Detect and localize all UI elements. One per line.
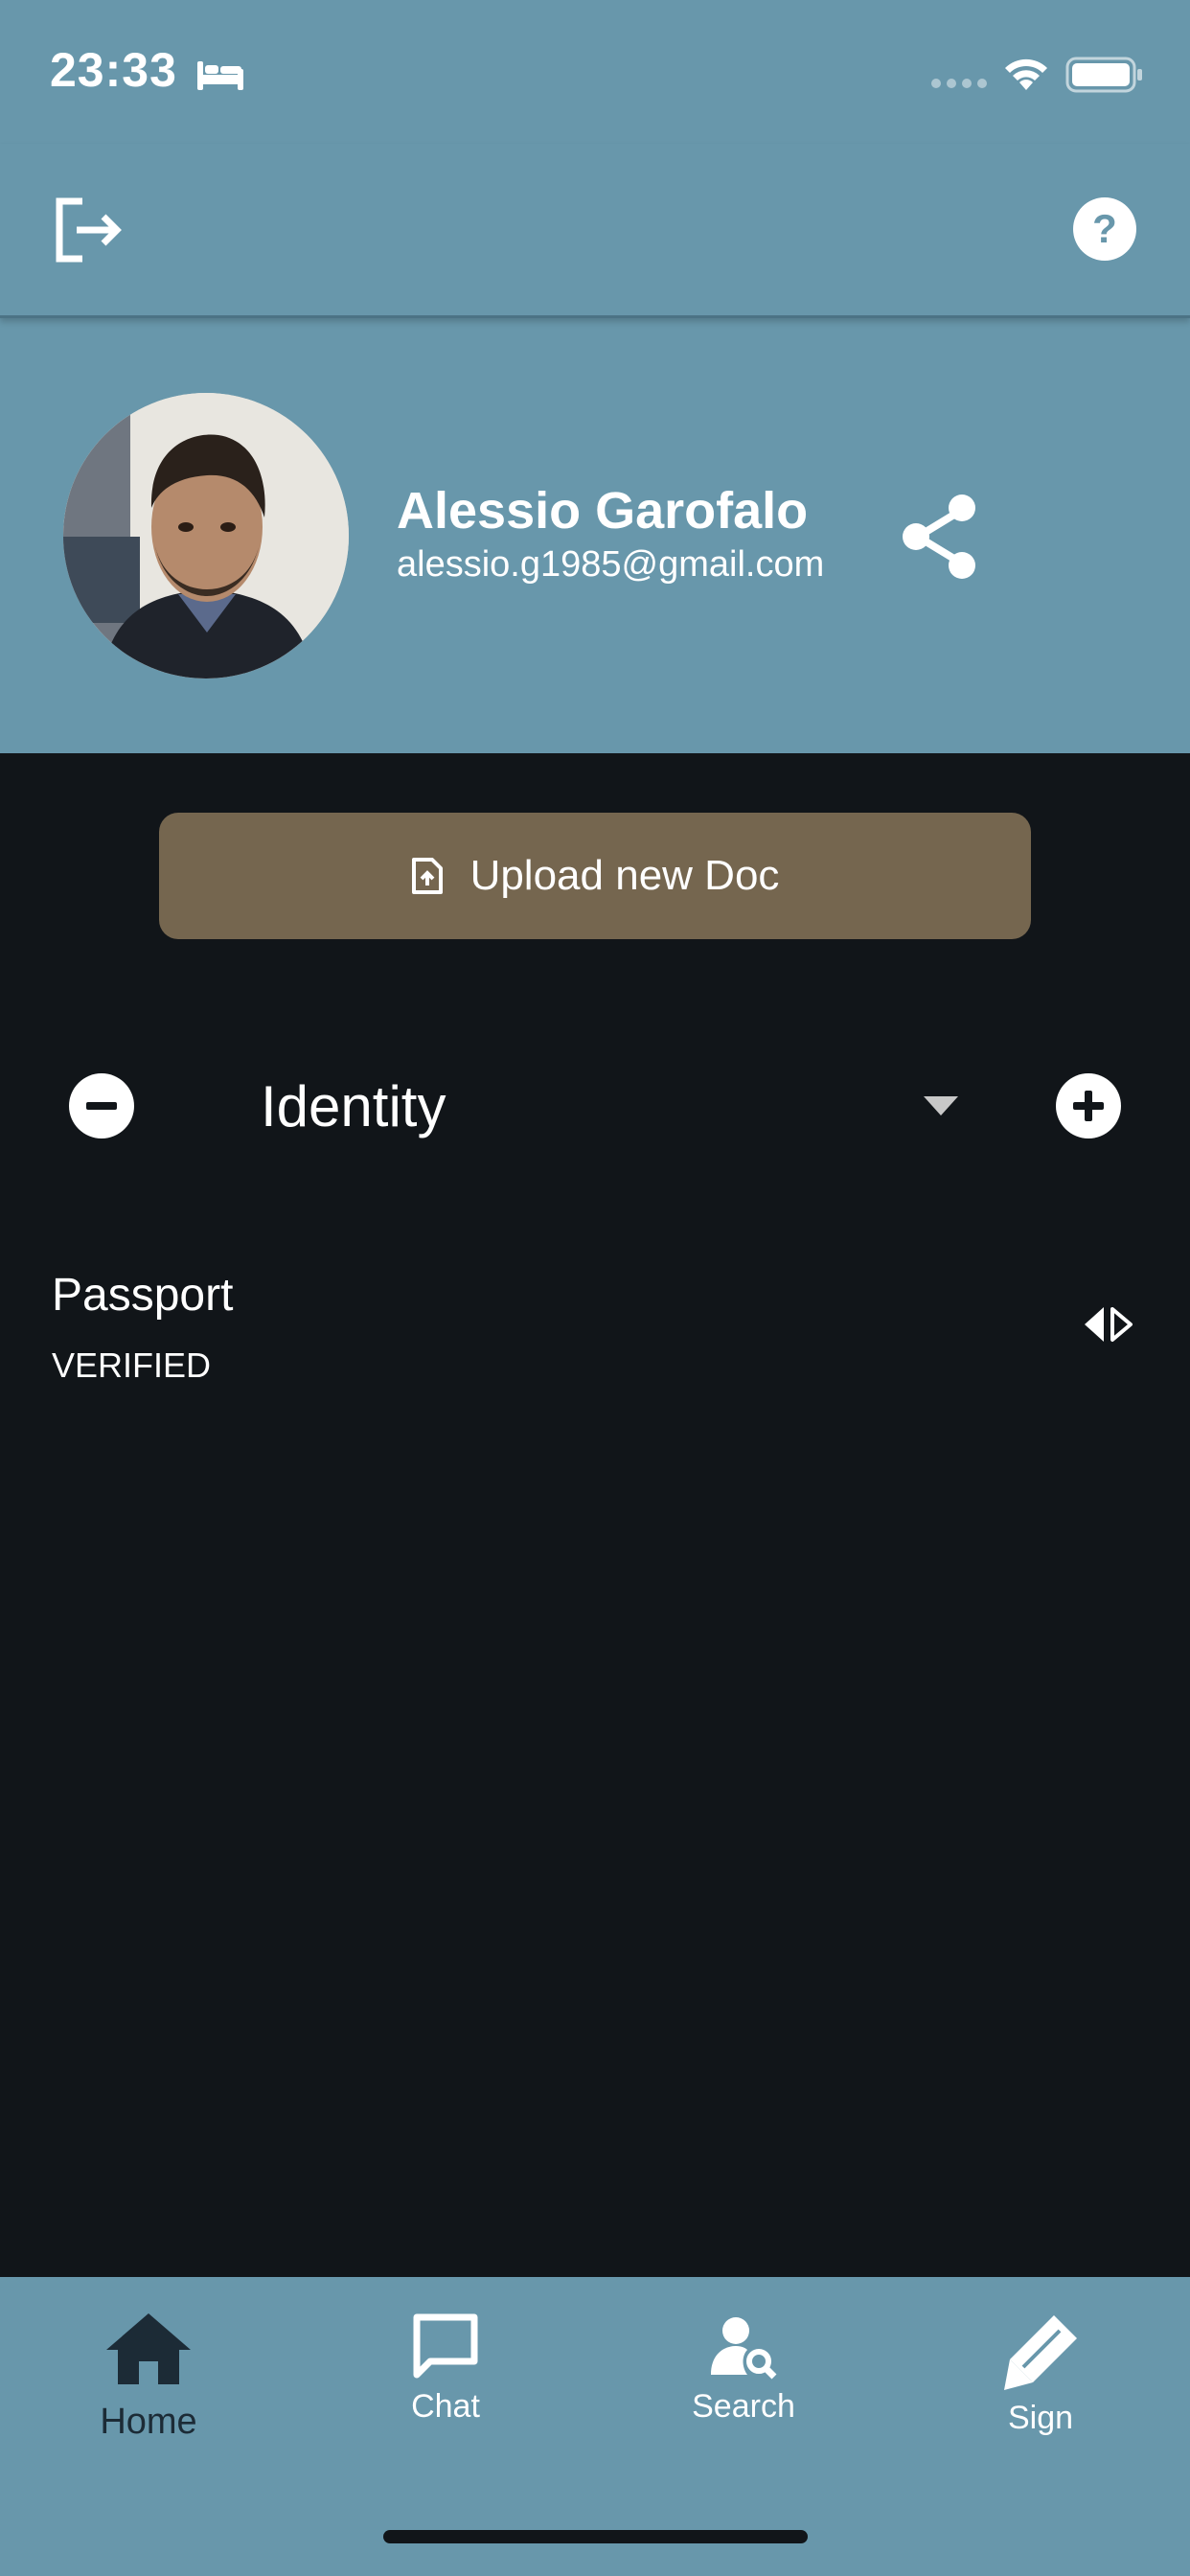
svg-text:?: ?	[1092, 206, 1117, 251]
help-icon[interactable]: ?	[1071, 196, 1138, 263]
logout-icon[interactable]	[54, 196, 125, 264]
document-status: VERIFIED	[52, 1346, 212, 1385]
plus-circle-icon[interactable]	[1056, 1073, 1121, 1138]
nav-item-home[interactable]: Home	[53, 2312, 244, 2465]
upload-button-label: Upload new Doc	[469, 852, 780, 899]
home-icon	[106, 2313, 191, 2384]
status-bar: 23:33	[0, 0, 1190, 144]
profile-name: Alessio Garofalo	[397, 482, 809, 540]
signal-dots-icon	[931, 79, 987, 88]
nav-label-home: Home	[100, 2402, 197, 2442]
list-item-document[interactable]: Passport VERIFIED	[0, 1255, 1190, 1399]
caret-down-icon[interactable]	[924, 1096, 958, 1116]
expand-arrows-icon[interactable]	[1081, 1305, 1134, 1344]
category-select[interactable]: Identity	[261, 1073, 446, 1139]
profile-email: alessio.g1985@gmail.com	[397, 544, 825, 585]
nav-label-sign: Sign	[1007, 2400, 1074, 2436]
share-icon[interactable]	[899, 493, 981, 581]
pen-icon	[1004, 2315, 1077, 2390]
nav-item-search[interactable]: Search	[648, 2312, 839, 2465]
avatar-photo	[63, 393, 349, 678]
nav-label-search: Search	[692, 2388, 795, 2425]
minus-circle-icon[interactable]	[69, 1073, 134, 1138]
home-indicator[interactable]	[383, 2530, 808, 2543]
user-search-icon	[711, 2317, 777, 2380]
file-upload-icon	[411, 858, 443, 894]
app-bar: ?	[0, 144, 1190, 318]
status-time: 23:33	[50, 43, 177, 97]
avatar[interactable]	[63, 393, 349, 678]
nav-item-sign[interactable]: Sign	[945, 2312, 1136, 2465]
wifi-icon	[1005, 58, 1047, 90]
nav-label-chat: Chat	[411, 2388, 480, 2425]
battery-icon	[1065, 57, 1142, 93]
upload-new-doc-button[interactable]: Upload new Doc	[159, 813, 1031, 939]
bed-icon	[197, 61, 243, 90]
chat-icon	[413, 2313, 478, 2379]
document-title: Passport	[52, 1270, 234, 1321]
nav-item-chat[interactable]: Chat	[350, 2312, 541, 2465]
